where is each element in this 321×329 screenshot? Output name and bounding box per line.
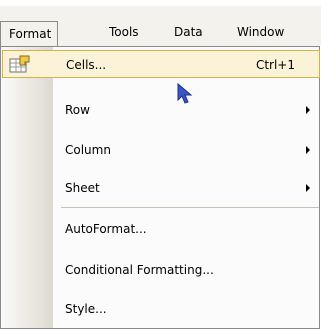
menu-bar: Format Tools Data Window bbox=[0, 0, 321, 47]
menu-item-sheet[interactable]: Sheet bbox=[2, 174, 320, 202]
menu-separator bbox=[61, 207, 319, 208]
mouse-pointer-icon bbox=[176, 82, 196, 106]
menu-item-sheet-label: Sheet bbox=[65, 181, 100, 195]
format-dropdown-menu: Cells... Ctrl+1 Row Column Sheet AutoFor… bbox=[0, 46, 320, 329]
menu-item-column[interactable]: Column bbox=[2, 136, 320, 164]
menu-item-conditional-formatting-label: Conditional Formatting... bbox=[65, 263, 214, 277]
menu-data[interactable]: Data bbox=[168, 22, 209, 46]
menu-item-autoformat-label: AutoFormat... bbox=[65, 222, 147, 236]
menu-item-column-label: Column bbox=[65, 143, 111, 157]
submenu-arrow-icon bbox=[306, 146, 310, 154]
menu-item-cells-label: Cells... bbox=[66, 58, 107, 72]
submenu-arrow-icon bbox=[306, 184, 310, 192]
menu-item-cells-shortcut: Ctrl+1 bbox=[255, 58, 295, 72]
menu-tools-label: Tools bbox=[109, 25, 139, 39]
menu-data-label: Data bbox=[174, 25, 203, 39]
menu-bar-top-edge bbox=[0, 0, 321, 6]
menu-item-autoformat[interactable]: AutoFormat... bbox=[2, 215, 320, 243]
menu-window[interactable]: Window bbox=[231, 22, 290, 46]
menu-item-style-label: Style... bbox=[65, 302, 107, 316]
menu-format-label: Format bbox=[9, 27, 52, 41]
menu-tools[interactable]: Tools bbox=[103, 22, 145, 46]
menu-item-row[interactable]: Row bbox=[2, 96, 320, 124]
submenu-arrow-icon bbox=[306, 106, 310, 114]
format-cells-icon bbox=[7, 54, 33, 76]
menu-item-row-label: Row bbox=[65, 103, 90, 117]
menu-item-style[interactable]: Style... bbox=[2, 295, 320, 323]
menu-item-conditional-formatting[interactable]: Conditional Formatting... bbox=[2, 256, 320, 284]
menu-window-label: Window bbox=[237, 25, 285, 39]
menu-item-cells[interactable]: Cells... Ctrl+1 bbox=[2, 50, 320, 78]
menu-format[interactable]: Format bbox=[0, 21, 59, 47]
